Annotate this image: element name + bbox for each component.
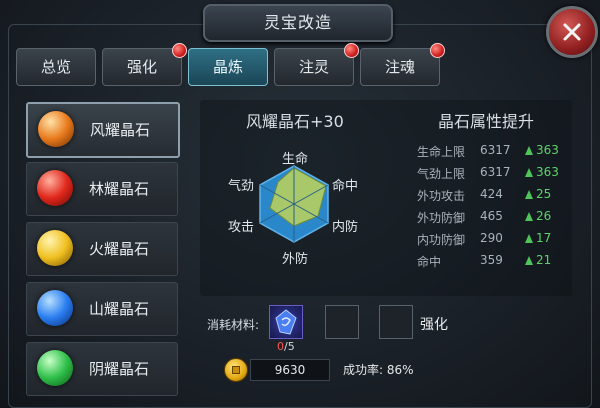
gold-coin-icon	[224, 358, 248, 382]
up-arrow-icon	[525, 146, 533, 155]
tab-label: 晶炼	[212, 58, 243, 76]
material-slot[interactable]	[269, 305, 303, 339]
tab-label: 总览	[40, 58, 71, 76]
material-cost-label: 消耗材料:	[207, 318, 260, 332]
tab-label: 强化	[126, 58, 157, 76]
radar-label-qi: 气劲	[228, 179, 255, 194]
gem-list: 风耀晶石 林耀晶石 火耀晶石 山耀晶石 阴耀晶石	[20, 96, 188, 402]
tab-soul-infuse[interactable]: 注魂	[360, 43, 445, 86]
stat-increase: 363	[525, 165, 559, 179]
gem-name: 火耀晶石	[89, 240, 150, 258]
stat-increase-value: 26	[536, 209, 552, 223]
gem-item-wind[interactable]: 风耀晶石	[26, 102, 180, 158]
material-count-total: /5	[284, 340, 295, 353]
material-count-current: 0	[277, 340, 284, 353]
gem-name: 风耀晶石	[90, 121, 151, 139]
stat-increase-value: 17	[536, 231, 552, 245]
crystal-material-icon	[275, 309, 297, 335]
stat-name: 外功攻击	[417, 189, 466, 203]
radar-label-hit: 命中	[332, 179, 359, 194]
up-arrow-icon	[525, 256, 533, 265]
gem-item-forest[interactable]: 林耀晶石	[26, 162, 178, 216]
gem-item-mountain[interactable]: 山耀晶石	[26, 282, 178, 336]
gem-name: 山耀晶石	[89, 300, 150, 318]
stat-value: 6317	[480, 143, 511, 157]
gold-amount: 9630	[250, 359, 330, 381]
tab-crystal-refine[interactable]: 晶炼	[188, 48, 268, 86]
stat-increase: 363	[525, 143, 559, 157]
close-button[interactable]	[546, 6, 598, 58]
alert-dot-icon	[344, 43, 359, 58]
alert-dot-icon	[430, 43, 445, 58]
orange-gem-icon	[38, 111, 74, 147]
gem-name: 阴耀晶石	[89, 360, 150, 378]
stat-increase-value: 25	[536, 187, 552, 201]
stat-row: 气劲上限 6317 363	[417, 165, 577, 183]
stat-increase: 17	[525, 231, 551, 245]
empty-slot[interactable]	[379, 305, 413, 339]
tab-overview[interactable]: 总览	[16, 48, 96, 86]
success-rate: 成功率: 86%	[343, 363, 414, 377]
up-arrow-icon	[525, 234, 533, 243]
stat-increase: 25	[525, 187, 551, 201]
yellow-gem-icon	[37, 230, 73, 266]
stat-increase-value: 363	[536, 143, 559, 157]
stat-row: 外功防御 465 26	[417, 209, 577, 227]
close-icon	[563, 23, 581, 41]
radar-label-attack: 攻击	[228, 220, 255, 235]
empty-slot[interactable]	[325, 305, 359, 339]
radar-label-hp: 生命	[282, 152, 309, 167]
stat-increase: 21	[525, 253, 551, 267]
stat-increase-value: 21	[536, 253, 552, 267]
stat-row: 命中 359 21	[417, 253, 577, 271]
up-arrow-icon	[525, 212, 533, 221]
attribute-radar-chart	[259, 165, 329, 243]
radar-label-outer-def: 外防	[282, 252, 309, 267]
stat-name: 气劲上限	[417, 167, 466, 181]
tab-enhance[interactable]: 强化	[102, 43, 187, 86]
blue-gem-icon	[37, 290, 73, 326]
stat-value: 359	[480, 253, 503, 267]
gem-item-fire[interactable]: 火耀晶石	[26, 222, 178, 276]
stone-name: 风耀晶石+30	[246, 112, 344, 131]
up-arrow-icon	[525, 190, 533, 199]
gem-item-yin[interactable]: 阴耀晶石	[26, 342, 178, 396]
red-gem-icon	[37, 170, 73, 206]
stat-value: 424	[480, 187, 503, 201]
green-gem-icon	[37, 350, 73, 386]
stat-value: 290	[480, 231, 503, 245]
gem-name: 林耀晶石	[89, 180, 150, 198]
stat-row: 外功攻击 424 25	[417, 187, 577, 205]
tab-spirit-infuse[interactable]: 注灵	[274, 43, 359, 86]
stat-row: 生命上限 6317 363	[417, 143, 577, 161]
stat-value: 6317	[480, 165, 511, 179]
stat-name: 外功防御	[417, 211, 466, 225]
enhance-button[interactable]: 强化	[420, 312, 470, 338]
stat-name: 生命上限	[417, 145, 466, 159]
stat-increase-value: 363	[536, 165, 559, 179]
stat-value: 465	[480, 209, 503, 223]
stat-name: 内功防御	[417, 233, 466, 247]
alert-dot-icon	[172, 43, 187, 58]
window-title: 灵宝改造	[203, 4, 393, 42]
stat-increase: 26	[525, 209, 551, 223]
radar-label-inner-def: 内防	[332, 220, 359, 235]
stat-name: 命中	[417, 255, 442, 269]
attribute-title: 晶石属性提升	[438, 112, 535, 131]
tab-label: 注灵	[298, 58, 329, 76]
material-count: 0/5	[277, 340, 295, 353]
up-arrow-icon	[525, 168, 533, 177]
stat-row: 内功防御 290 17	[417, 231, 577, 249]
tab-label: 注魂	[384, 58, 415, 76]
